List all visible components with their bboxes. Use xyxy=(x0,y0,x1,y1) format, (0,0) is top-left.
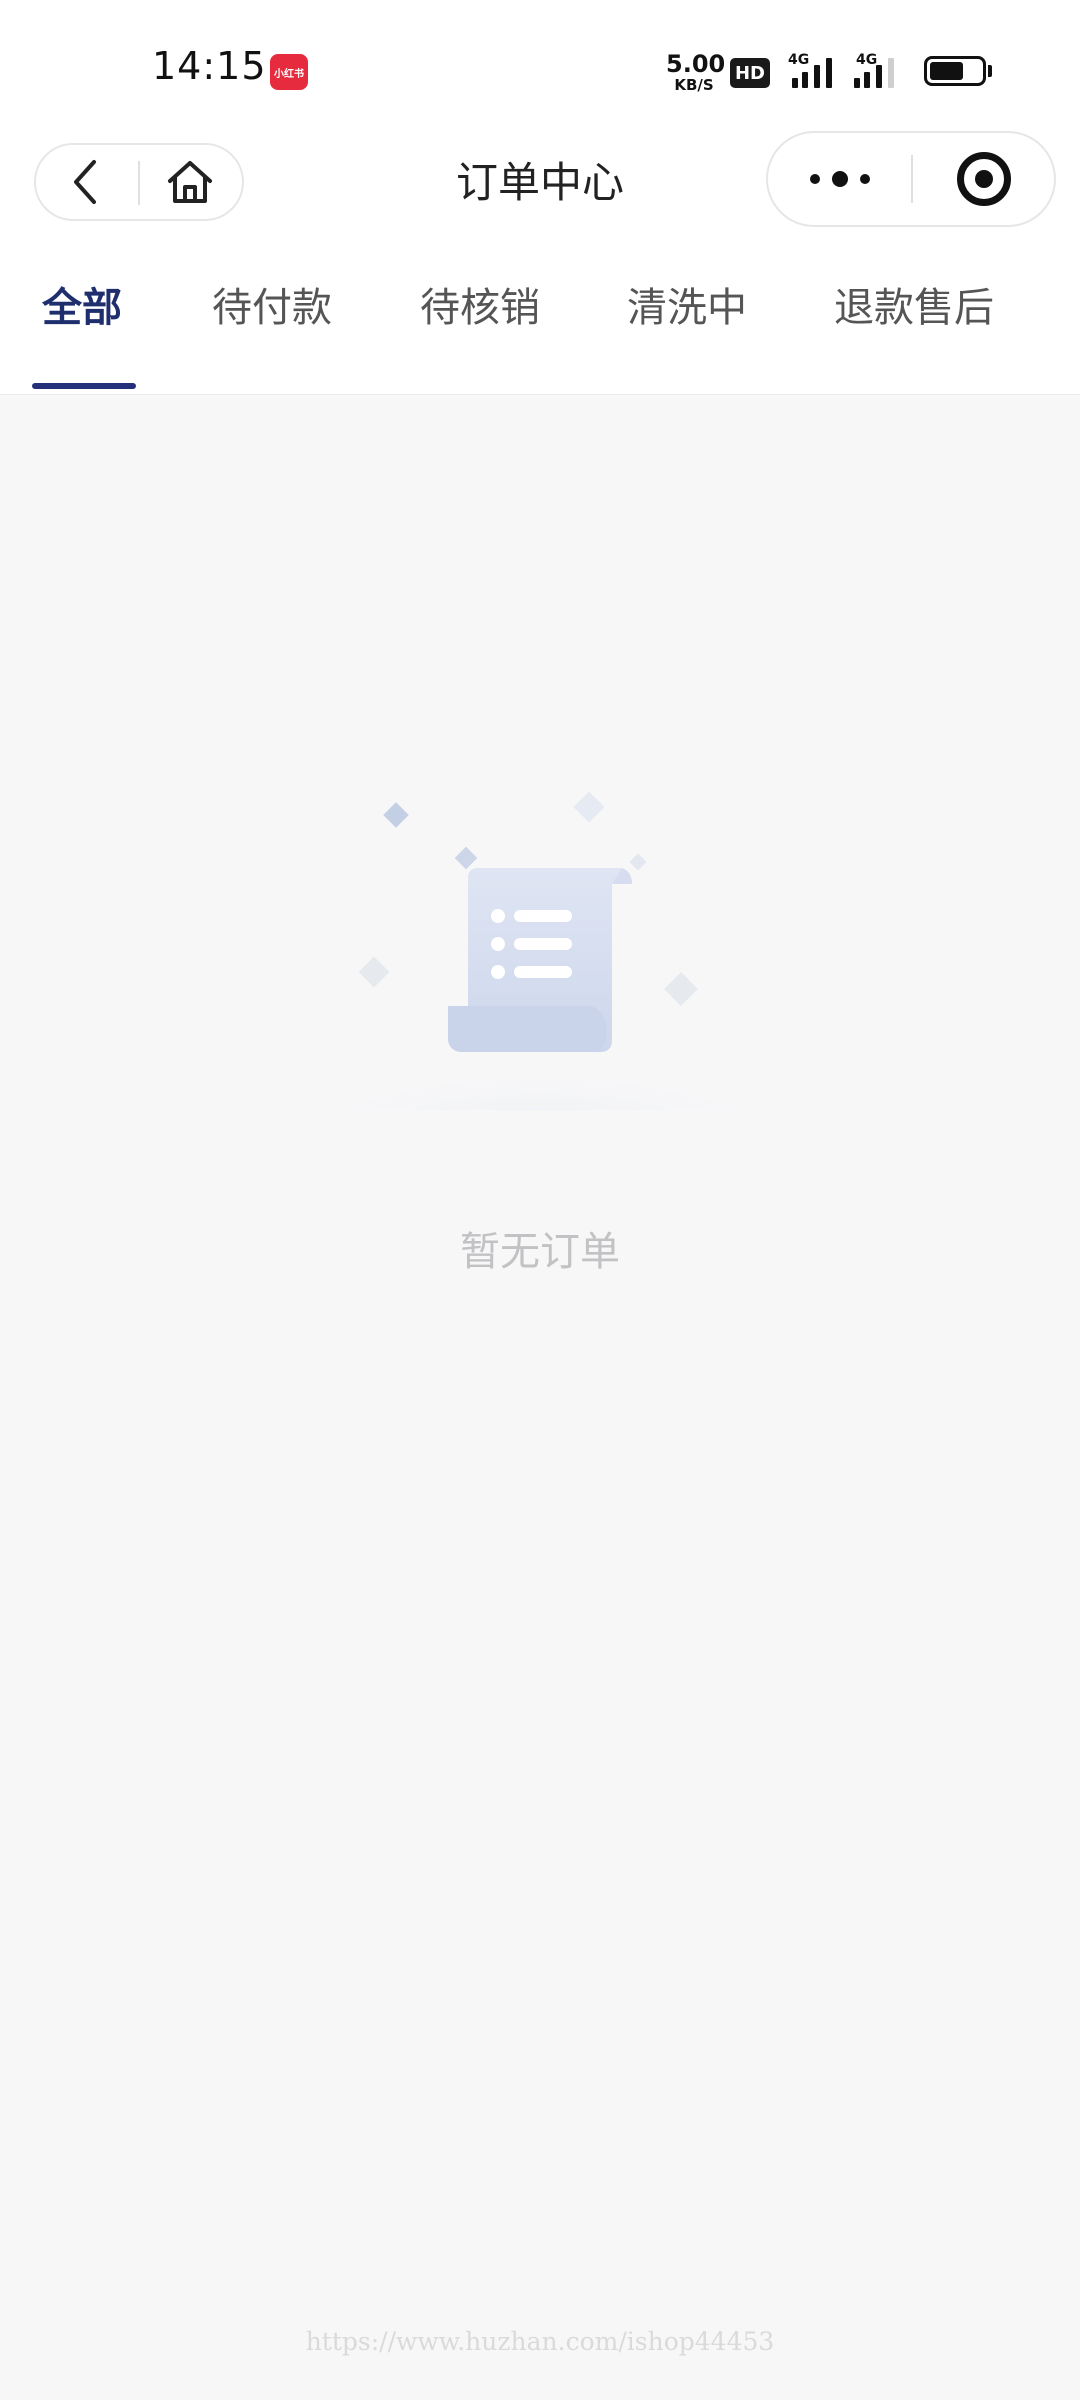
miniprogram-capsule xyxy=(766,131,1056,227)
tab-all[interactable]: 全部 xyxy=(42,272,122,344)
tab-washing[interactable]: 清洗中 xyxy=(627,272,747,344)
signal-strength-icon: 4G xyxy=(850,52,908,88)
chevron-left-icon xyxy=(74,160,96,204)
signal-2-label: 4G xyxy=(856,52,878,68)
target-icon xyxy=(956,152,1011,206)
close-miniprogram-button[interactable] xyxy=(913,133,1054,225)
app-notification-icon: 小红书 xyxy=(270,54,308,90)
back-button[interactable] xyxy=(36,145,136,219)
active-tab-indicator xyxy=(32,383,136,389)
battery-tip xyxy=(988,65,992,77)
status-bar: 14:15 小红书 5.00 KB/S HD 4G 4G xyxy=(0,0,1080,130)
watermark: https://www.huzhan.com/ishop44453 xyxy=(305,2327,775,2356)
network-speed: 5.00 KB/S xyxy=(666,50,726,94)
signal-strength-icon: 4G xyxy=(788,52,846,88)
home-button[interactable] xyxy=(140,145,240,219)
battery-icon xyxy=(924,56,986,86)
tab-pending-verification[interactable]: 待核销 xyxy=(420,272,540,344)
header-area: 14:15 小红书 5.00 KB/S HD 4G 4G 订单中心 全部 待付款… xyxy=(0,0,1080,395)
more-button[interactable] xyxy=(768,133,912,225)
network-speed-value: 5.00 xyxy=(666,50,726,78)
network-speed-unit: KB/S xyxy=(674,76,714,94)
status-time: 14:15 xyxy=(152,44,267,88)
more-dots-icon xyxy=(804,171,876,187)
tab-refund-after-sale[interactable]: 退款售后 xyxy=(834,272,994,344)
signal-1-label: 4G xyxy=(788,52,810,68)
empty-state-text: 暂无订单 xyxy=(460,1229,620,1275)
nav-capsule xyxy=(34,143,244,221)
hd-voice-icon: HD xyxy=(730,58,770,88)
battery-fill xyxy=(930,62,963,80)
home-icon xyxy=(168,161,212,203)
tab-pending-payment[interactable]: 待付款 xyxy=(212,272,332,344)
order-tabs: 全部 待付款 待核销 清洗中 退款售后 xyxy=(0,258,1080,394)
empty-scroll-icon xyxy=(310,791,770,1110)
page-title: 订单中心 xyxy=(455,158,624,207)
